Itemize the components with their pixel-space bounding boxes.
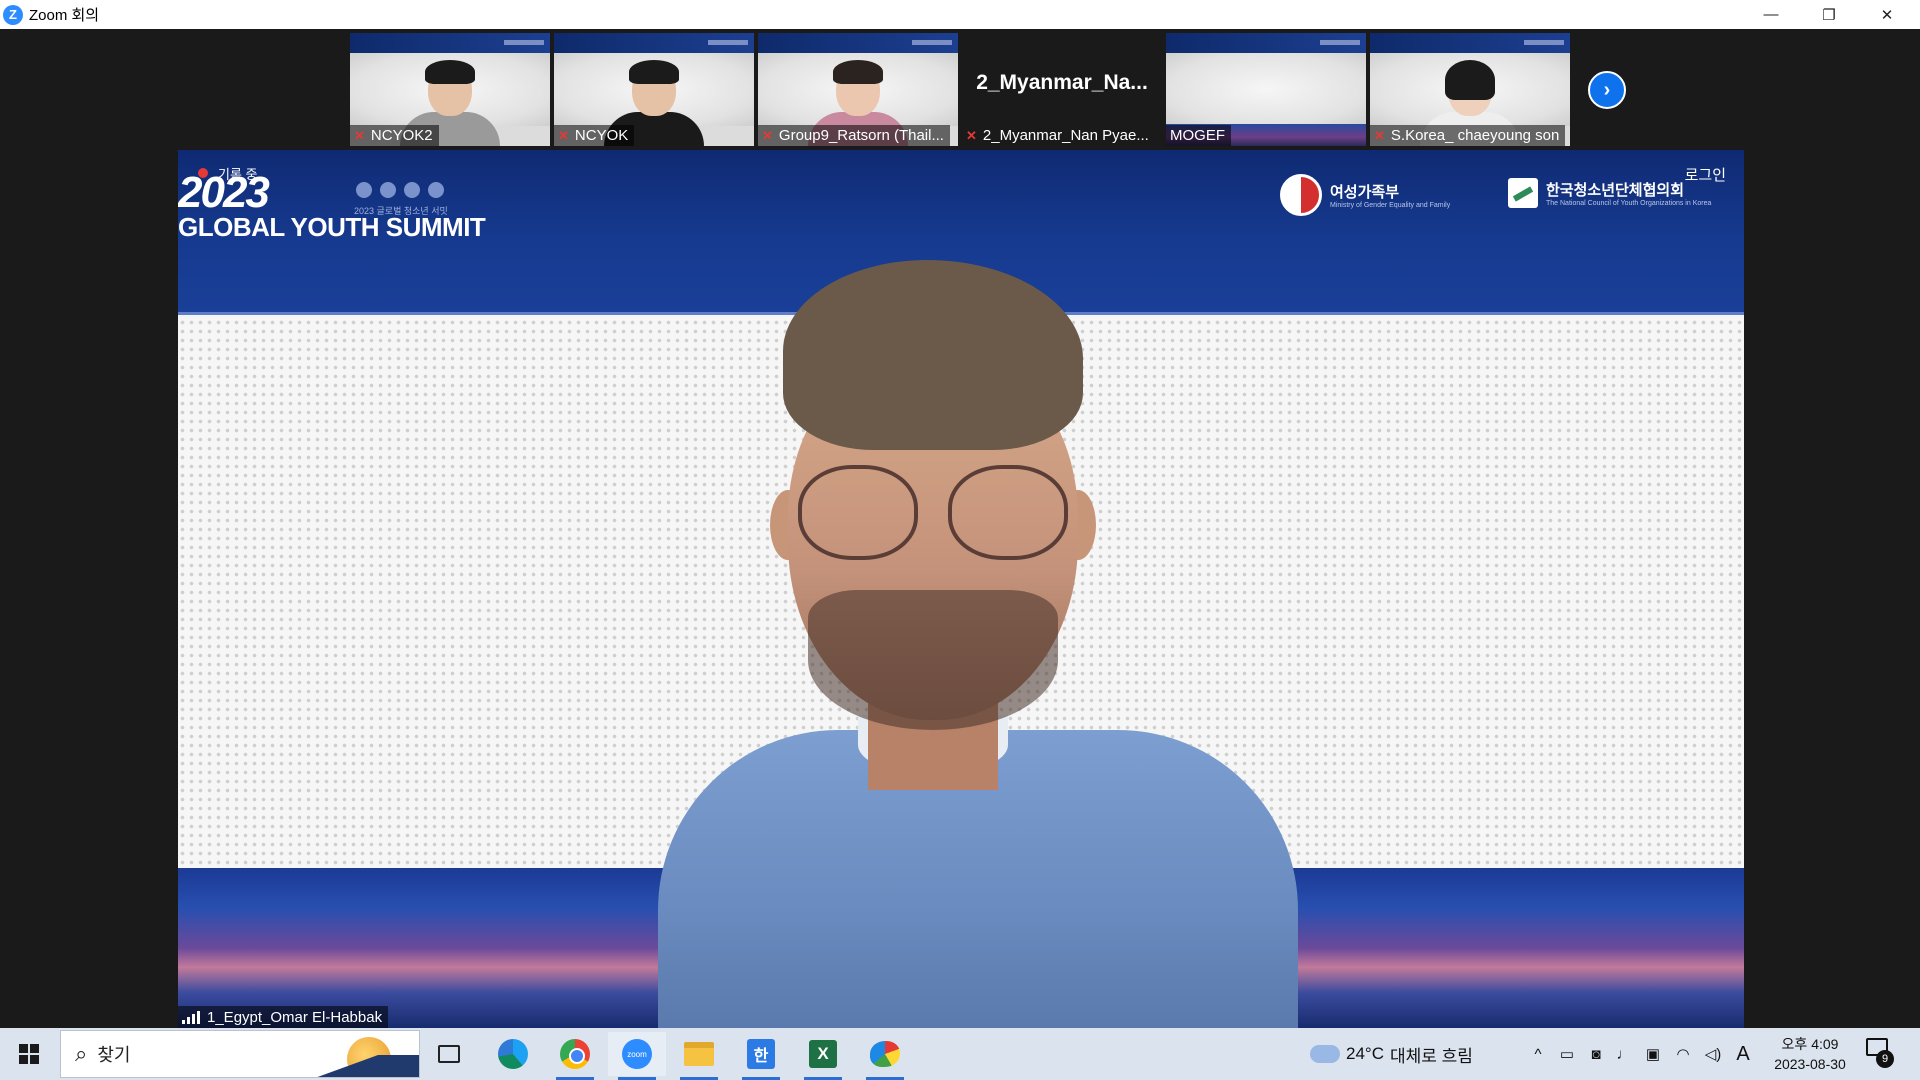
weather-condition: 대체로 흐림 [1389, 1046, 1473, 1066]
zoom-logo-icon: Z [3, 4, 23, 25]
council-emblem-icon [1508, 178, 1538, 208]
summit-title: GLOBAL YOUTH SUMMIT [178, 212, 486, 242]
council-logo: 한국청소년단체협의회 The National Council of Youth… [1508, 178, 1711, 208]
battery-icon[interactable]: ▭ [1554, 1028, 1580, 1080]
mic-muted-icon: ✕ [1374, 127, 1385, 143]
zoom-icon: zoom [622, 1039, 652, 1069]
participant-tile[interactable]: ✕ Group9_Ratsorn (Thail... [758, 33, 958, 146]
edge-button[interactable] [484, 1032, 542, 1076]
participant-tile[interactable]: ✕ NCYOK2 [350, 33, 550, 146]
mic-muted-icon: ✕ [762, 127, 773, 143]
login-link: 로그인 [1684, 167, 1726, 184]
tray-overflow-button[interactable]: ^ [1526, 1028, 1550, 1080]
mic-muted-icon: ✕ [558, 127, 569, 143]
clock-time: 오후 4:09 [1781, 1036, 1839, 1052]
ime-indicator[interactable]: A [1730, 1028, 1756, 1080]
file-explorer-button[interactable] [670, 1032, 728, 1080]
summit-year: 2023 [178, 168, 270, 217]
camera-icon[interactable]: ◙ [1584, 1028, 1608, 1080]
excel-icon: X [809, 1040, 837, 1068]
meeting-area: ✕ NCYOK2 ✕ NCYOK ✕ Group9_Ratsorn (Thail… [0, 29, 1920, 1028]
window-title-bar: Z Zoom 회의 — ❐ ✕ [0, 0, 1920, 29]
start-button[interactable] [0, 1028, 58, 1080]
microphone-icon[interactable]: ♩ [1612, 1028, 1636, 1080]
window-title: Zoom 회의 [29, 7, 100, 24]
participant-name-label: MOGEF [1166, 125, 1231, 146]
task-view-icon [438, 1045, 460, 1063]
volume-icon[interactable]: ◁) [1700, 1028, 1726, 1080]
active-speaker-video[interactable]: 기록 중 2023 2023 글로벌 청소년 서밋 GLOBAL YOUTH S… [178, 150, 1744, 1028]
windows-logo-icon [19, 1044, 39, 1064]
speaker-person [658, 260, 1298, 1028]
speaker-name-label: 1_Egypt_Omar El-Habbak [178, 1006, 389, 1028]
wifi-icon[interactable]: ◠ [1670, 1028, 1696, 1080]
connection-signal-icon [182, 1010, 200, 1024]
weather-widget[interactable]: 24°C 대체로 흐림 [1310, 1028, 1473, 1080]
participant-name-label: ✕ 2_Myanmar_Nan Pyae... [966, 127, 1149, 144]
display-icon[interactable]: ▣ [1640, 1028, 1666, 1080]
participant-name-label: ✕ S.Korea_ chaeyoung son [1370, 125, 1566, 146]
notification-count-badge: 9 [1876, 1050, 1894, 1068]
close-button[interactable]: ✕ [1858, 0, 1916, 29]
windows-taskbar: ⌕ 찾기 zoom 한 X 24°C 대체로 흐림 ^ ▭ ◙ ♩ ▣ ◠ ◁)… [0, 1028, 1920, 1080]
participant-name-label: ✕ NCYOK2 [350, 125, 439, 146]
participant-display-name: 2_Myanmar_Na... [976, 71, 1148, 94]
glasses [798, 465, 1068, 560]
korea-emblem-icon [1280, 174, 1322, 216]
search-icon: ⌕ [75, 1041, 88, 1066]
mic-muted-icon: ✕ [354, 127, 365, 143]
next-page-button[interactable]: › [1588, 71, 1626, 109]
participant-name-label: ✕ Group9_Ratsorn (Thail... [758, 125, 950, 146]
partly-cloudy-icon [1310, 1037, 1340, 1063]
folder-icon [684, 1042, 714, 1066]
taskbar-search-box[interactable]: ⌕ 찾기 [60, 1030, 420, 1078]
restore-button[interactable]: ❐ [1800, 0, 1858, 29]
chevron-right-icon: › [1603, 78, 1611, 101]
notification-center-button[interactable]: 9 [1866, 1038, 1896, 1070]
search-placeholder: 찾기 [97, 1045, 131, 1065]
participant-tile[interactable]: 2_Myanmar_Na... ✕ 2_Myanmar_Nan Pyae... [962, 33, 1162, 146]
edge-icon [498, 1039, 528, 1069]
participant-name-label: ✕ NCYOK [554, 125, 635, 146]
zoom-button[interactable]: zoom [608, 1032, 666, 1080]
chrome-button[interactable] [546, 1032, 604, 1080]
paint-palette-icon [870, 1041, 900, 1067]
taskbar-clock[interactable]: 오후 4:09 2023-08-30 [1762, 1034, 1858, 1074]
participant-tile[interactable]: MOGEF [1166, 33, 1366, 146]
hancom-icon: 한 [747, 1039, 775, 1069]
chrome-icon [560, 1039, 590, 1069]
weather-temperature: 24°C [1346, 1044, 1384, 1063]
participant-tile[interactable]: ✕ NCYOK [554, 33, 754, 146]
paint-button[interactable] [856, 1032, 914, 1080]
hancom-word-button[interactable]: 한 [732, 1032, 790, 1080]
participant-tile[interactable]: ✕ S.Korea_ chaeyoung son [1370, 33, 1570, 146]
clock-date: 2023-08-30 [1774, 1056, 1846, 1072]
minimize-button[interactable]: — [1742, 0, 1800, 29]
partner-logos [356, 182, 444, 198]
task-view-button[interactable] [420, 1032, 478, 1076]
excel-button[interactable]: X [794, 1032, 852, 1080]
ministry-logo: 여성가족부 Ministry of Gender Equality and Fa… [1280, 174, 1450, 216]
mic-muted-icon: ✕ [966, 127, 977, 143]
